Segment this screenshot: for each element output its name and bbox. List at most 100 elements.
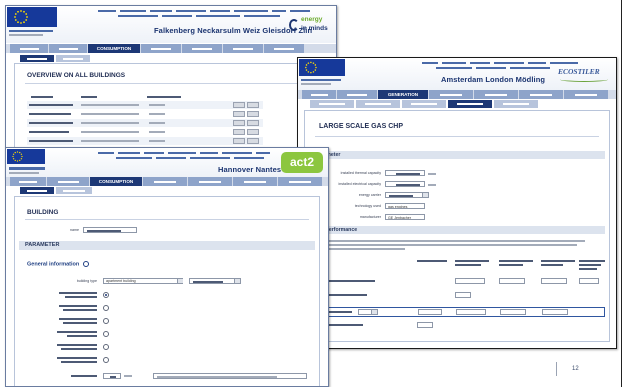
radio-option[interactable] — [103, 318, 109, 324]
edit-button[interactable] — [233, 129, 245, 135]
nav-tab[interactable] — [143, 177, 187, 186]
edit-button[interactable] — [233, 120, 245, 126]
value-input[interactable] — [500, 309, 526, 315]
chevron-down-icon — [234, 279, 240, 283]
info-icon[interactable] — [82, 261, 89, 267]
radio-option[interactable] — [103, 357, 109, 363]
radio-option[interactable] — [103, 344, 109, 350]
sub-tab[interactable] — [356, 100, 400, 108]
chevron-down-icon — [177, 279, 183, 283]
electrical-capacity-input[interactable] — [385, 181, 425, 187]
sub-tab[interactable] — [56, 55, 90, 62]
nav-tab[interactable] — [302, 90, 336, 99]
nav-tab-consumption[interactable]: CONSUMPTION — [90, 177, 142, 186]
nav-tab[interactable] — [278, 177, 322, 186]
slide-right-border — [621, 0, 622, 387]
value-input[interactable] — [417, 322, 433, 328]
logo-subtitle — [301, 83, 331, 85]
copy-button[interactable] — [247, 102, 259, 108]
column-header — [579, 260, 605, 262]
eu-star — [305, 66, 307, 69]
eu-star — [20, 153, 23, 155]
value-input[interactable] — [455, 278, 485, 284]
copy-button[interactable] — [247, 120, 259, 126]
copy-button[interactable] — [247, 129, 259, 135]
value-input[interactable] — [103, 373, 121, 379]
nav-tab[interactable] — [47, 177, 89, 186]
eu-stars-logo — [299, 59, 345, 76]
page-title: OVERVIEW ON ALL BUILDINGS — [27, 72, 126, 79]
nav-tab[interactable] — [429, 90, 473, 99]
copy-button[interactable] — [247, 138, 259, 144]
field-label — [59, 292, 97, 294]
sub-tab[interactable] — [20, 55, 54, 62]
column-header — [455, 264, 481, 266]
sub-tab-active[interactable] — [448, 100, 492, 108]
act2-logo: act2 — [281, 152, 323, 173]
nav-tab-consumption[interactable]: CONSUMPTION — [88, 44, 140, 53]
manufacturer-input[interactable]: GE Jenbacher — [385, 214, 425, 220]
edit-button[interactable] — [233, 111, 245, 117]
nav-tab[interactable] — [223, 44, 263, 53]
value-input[interactable] — [541, 278, 567, 284]
divider — [315, 136, 599, 137]
window-act2: Hannover Nantes act2 CONSUMPTION BUILDIN… — [5, 147, 329, 387]
copy-button[interactable] — [247, 111, 259, 117]
value-input[interactable] — [542, 309, 568, 315]
edit-button[interactable] — [233, 138, 245, 144]
building-subtype-select[interactable] — [189, 278, 241, 284]
technology-input[interactable]: gas engines — [385, 203, 425, 209]
value-input[interactable] — [455, 292, 471, 298]
column-header — [417, 260, 447, 262]
nav-tab[interactable] — [264, 44, 304, 53]
period-select[interactable] — [358, 309, 378, 315]
radio-option[interactable] — [103, 331, 109, 337]
eu-star — [20, 10, 22, 12]
radio-option[interactable] — [103, 305, 109, 311]
building-type-select[interactable]: apartment building — [103, 278, 183, 284]
nav-tab[interactable] — [337, 90, 377, 99]
value-input[interactable] — [499, 278, 525, 284]
thermal-capacity-input[interactable] — [385, 170, 425, 176]
nav-tab[interactable] — [10, 177, 46, 186]
nav-tab[interactable] — [182, 44, 222, 53]
eu-star — [23, 10, 25, 13]
eu-star — [16, 160, 19, 162]
eu-star — [20, 158, 23, 160]
nav-tab[interactable] — [49, 44, 87, 53]
nav-tab[interactable] — [519, 90, 563, 99]
sub-tab[interactable] — [56, 187, 92, 194]
radio-option[interactable] — [103, 292, 109, 298]
nav-tab[interactable] — [564, 90, 608, 99]
energy-carrier-select[interactable] — [385, 192, 429, 198]
nav-tab[interactable] — [474, 90, 518, 99]
logo-subtitle — [9, 30, 53, 32]
nav-tab[interactable] — [233, 177, 277, 186]
sub-tab[interactable] — [310, 100, 354, 108]
eu-star — [25, 19, 28, 21]
value-input[interactable] — [579, 278, 599, 284]
eu-star — [315, 66, 317, 69]
eu-star — [17, 10, 19, 13]
sub-tab[interactable] — [402, 100, 446, 108]
value-input[interactable] — [456, 309, 486, 315]
description-text — [315, 240, 585, 242]
field-label — [61, 361, 97, 363]
field-label — [57, 344, 97, 346]
nav-tab-generation[interactable]: GENERATION — [378, 90, 428, 99]
table-row — [27, 137, 263, 145]
value-input[interactable] — [418, 309, 442, 315]
eu-star — [310, 71, 312, 74]
logo-text: ECOSTILER — [558, 67, 600, 76]
column-header — [579, 264, 601, 266]
comment-input[interactable] — [153, 373, 307, 379]
field-label — [65, 296, 97, 298]
sub-tab[interactable] — [20, 187, 54, 194]
nav-tab[interactable] — [188, 177, 232, 186]
building-name-input[interactable] — [83, 227, 137, 233]
edit-button[interactable] — [233, 102, 245, 108]
nav-tab[interactable] — [141, 44, 181, 53]
sub-tab[interactable] — [494, 100, 538, 108]
nav-tab[interactable] — [10, 44, 48, 53]
field-label — [59, 305, 97, 307]
